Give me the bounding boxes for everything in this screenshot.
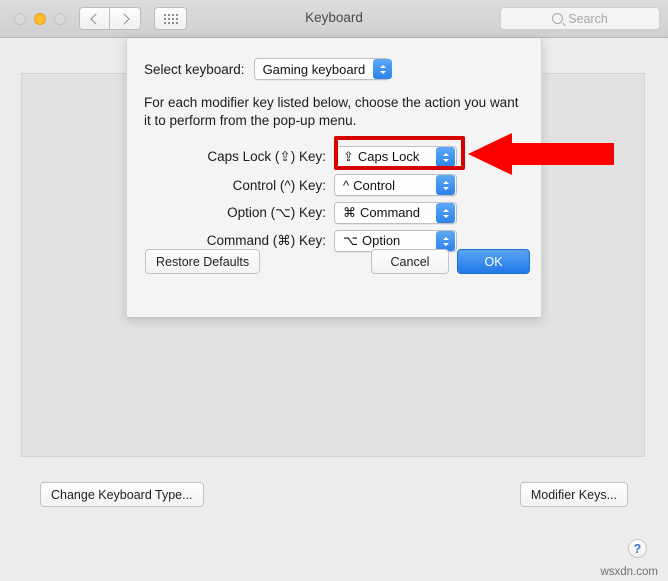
- modifier-row-control: Control (^) Key: ^ Control: [127, 171, 543, 199]
- modifier-rows-list: Caps Lock (⇪) Key: ⇪ Caps Lock Control (^…: [127, 143, 543, 255]
- modifier-keys-button[interactable]: Modifier Keys...: [519, 482, 628, 507]
- help-button[interactable]: ?: [628, 539, 647, 558]
- modifier-row-label: Caps Lock (⇪) Key:: [207, 149, 326, 164]
- command-action-text: Option: [361, 233, 401, 248]
- chevron-updown-icon: [436, 231, 455, 251]
- ok-button[interactable]: OK: [457, 249, 530, 274]
- caps-lock-action-text: Caps Lock: [357, 149, 420, 164]
- sheet-description: For each modifier key listed below, choo…: [144, 95, 519, 128]
- chevron-updown-icon: [436, 203, 455, 223]
- command-action-value: ⌥ Option: [335, 233, 436, 249]
- change-keyboard-type-button[interactable]: Change Keyboard Type...: [40, 482, 204, 507]
- search-placeholder: Search: [568, 11, 608, 26]
- caps-lock-symbol-icon: ⇪: [343, 149, 354, 164]
- cancel-button[interactable]: Cancel: [371, 249, 449, 274]
- option-action-value: ⌘ Command: [335, 205, 436, 221]
- keyboard-preferences-window: Keyboard Search Change Keyboard Type... …: [0, 0, 668, 581]
- modifier-row-label: Control (^) Key:: [232, 177, 326, 193]
- caps-lock-action-select[interactable]: ⇪ Caps Lock: [334, 146, 457, 168]
- chevron-updown-icon: [436, 175, 455, 195]
- keyboard-select[interactable]: Gaming keyboard: [253, 58, 393, 80]
- chevron-updown-icon: [436, 147, 455, 167]
- window-titlebar: Keyboard Search: [0, 0, 668, 38]
- command-symbol-icon: ⌘: [343, 205, 356, 220]
- modifier-row-label: Command (⌘) Key:: [206, 233, 326, 248]
- modifier-row-label: Option (⌥) Key:: [227, 205, 326, 220]
- modifier-keys-sheet: Select keyboard: Gaming keyboard For eac…: [126, 38, 542, 318]
- search-icon: [552, 13, 564, 24]
- caps-lock-action-value: ⇪ Caps Lock: [335, 149, 436, 165]
- search-field[interactable]: Search: [500, 7, 660, 30]
- control-action-select[interactable]: ^ Control: [334, 174, 457, 196]
- modifier-row-caps-lock: Caps Lock (⇪) Key: ⇪ Caps Lock: [127, 143, 543, 171]
- select-keyboard-label: Select keyboard:: [144, 61, 245, 77]
- watermark-text: wsxdn.com: [600, 566, 658, 578]
- option-symbol-icon: ⌥: [343, 233, 358, 248]
- control-action-value: ^ Control: [335, 178, 436, 193]
- control-action-text: Control: [353, 177, 396, 193]
- chevron-updown-icon: [373, 59, 393, 79]
- restore-defaults-button[interactable]: Restore Defaults: [145, 249, 261, 274]
- keyboard-select-value: Gaming keyboard: [262, 61, 366, 77]
- control-symbol-icon: ^: [343, 177, 350, 193]
- modifier-row-option: Option (⌥) Key: ⌘ Command: [127, 199, 543, 227]
- option-action-text: Command: [360, 205, 420, 220]
- select-keyboard-row: Select keyboard: Gaming keyboard: [144, 58, 393, 80]
- option-action-select[interactable]: ⌘ Command: [334, 202, 457, 224]
